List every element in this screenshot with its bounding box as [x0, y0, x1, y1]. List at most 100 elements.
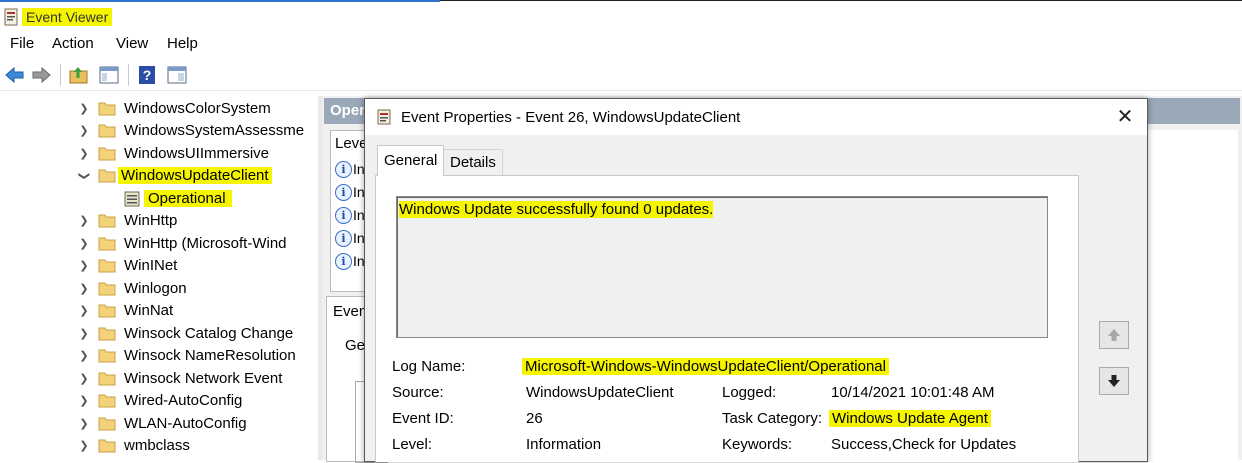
log-icon	[124, 191, 140, 207]
tree-item-label: WinHttp (Microsoft-Wind	[124, 235, 287, 252]
folder-icon	[98, 102, 116, 116]
menu-help[interactable]: Help	[167, 35, 198, 52]
info-icon: i	[335, 230, 352, 247]
title-accent-line	[0, 0, 440, 2]
folder-icon	[98, 439, 116, 453]
previous-event-button[interactable]	[1099, 321, 1129, 349]
event-viewer-app-icon	[4, 8, 18, 26]
chevron-right-icon[interactable]: ❯	[78, 237, 90, 251]
toolbar-separator	[60, 64, 61, 86]
actions-pane-header	[1142, 98, 1240, 124]
chevron-right-icon[interactable]: ❯	[78, 259, 90, 273]
tree-item-wmbclass[interactable]: ❯ wmbclass	[0, 435, 318, 457]
info-icon: i	[335, 253, 352, 270]
chevron-right-icon[interactable]: ❯	[78, 372, 90, 386]
window-title: Event Viewer	[22, 8, 113, 26]
properties-icon[interactable]	[166, 64, 188, 86]
up-folder-icon[interactable]	[68, 64, 90, 86]
forward-arrow-icon[interactable]	[30, 64, 52, 86]
chevron-down-icon[interactable]: ❯	[77, 170, 91, 182]
folder-icon	[98, 282, 116, 296]
tree-item-windowsuiimmersive[interactable]: ❯ WindowsUIImmersive	[0, 143, 318, 165]
event-row-level: In	[353, 253, 365, 269]
folder-icon	[98, 327, 116, 341]
title-border-line	[440, 0, 1242, 1]
tree-item-wlan-autoconfig[interactable]: ❯ WLAN-AutoConfig	[0, 413, 318, 435]
tree-item-winlogon[interactable]: ❯ Winlogon	[0, 278, 318, 300]
folder-icon	[98, 417, 116, 431]
dialog-title-bar: Event Properties - Event 26, WindowsUpda…	[365, 99, 1147, 135]
keywords-label: Keywords:	[722, 436, 793, 453]
event-id-label: Event ID:	[392, 410, 454, 427]
event-description-box[interactable]: Windows Update successfully found 0 upda…	[396, 196, 1048, 338]
tree-item-operational[interactable]: Operational	[0, 188, 318, 210]
tree-item-windowssystemassessment[interactable]: ❯ WindowsSystemAssessme	[0, 120, 318, 142]
tree-item-label: WinNat	[124, 302, 174, 319]
tree-item-wininet[interactable]: ❯ WinINet	[0, 255, 318, 277]
chevron-right-icon[interactable]: ❯	[78, 304, 90, 318]
tree-item-winsock-catalog-change[interactable]: ❯ Winsock Catalog Change	[0, 323, 318, 345]
chevron-right-icon[interactable]: ❯	[78, 282, 90, 296]
info-icon: i	[335, 184, 352, 201]
help-icon[interactable]: ?	[136, 64, 158, 86]
folder-icon	[98, 349, 116, 363]
logged-label: Logged:	[722, 384, 777, 401]
menu-file[interactable]: File	[10, 35, 34, 52]
chevron-right-icon[interactable]: ❯	[78, 327, 90, 341]
tree-item-label: WinHttp	[124, 212, 178, 229]
back-arrow-icon[interactable]	[4, 64, 26, 86]
tree-item-winsock-nameresolution[interactable]: ❯ Winsock NameResolution	[0, 345, 318, 367]
folder-icon	[98, 259, 116, 273]
show-hide-tree-icon[interactable]	[98, 64, 120, 86]
event-preview-tab-general[interactable]: Ge	[345, 337, 365, 354]
tree-item-label: Winsock Catalog Change	[124, 325, 294, 342]
event-row-level: In	[353, 161, 365, 177]
tree-item-label: Operational	[144, 190, 232, 207]
tree-item-winhttp[interactable]: ❯ WinHttp	[0, 210, 318, 232]
chevron-right-icon[interactable]: ❯	[78, 349, 90, 363]
tree-item-label: Winsock NameResolution	[124, 347, 296, 364]
event-row-level: In	[353, 184, 365, 200]
event-properties-icon	[377, 109, 391, 125]
event-properties-dialog: Event Properties - Event 26, WindowsUpda…	[364, 98, 1148, 462]
level-label: Level:	[392, 436, 433, 453]
chevron-right-icon[interactable]: ❯	[78, 417, 90, 431]
dialog-title: Event Properties - Event 26, WindowsUpda…	[401, 109, 741, 126]
folder-icon	[98, 124, 116, 138]
folder-icon	[98, 169, 116, 183]
next-event-button[interactable]	[1099, 367, 1129, 395]
log-name-label: Log Name:	[392, 358, 466, 375]
tree-item-label: WinINet	[124, 257, 178, 274]
source-label: Source:	[392, 384, 444, 401]
chevron-right-icon[interactable]: ❯	[78, 214, 90, 228]
tab-general[interactable]: General	[377, 145, 445, 176]
level-value: Information	[526, 436, 602, 453]
chevron-right-icon[interactable]: ❯	[78, 102, 90, 116]
folder-icon	[98, 304, 116, 318]
close-icon[interactable]: ✕	[1113, 105, 1137, 129]
menu-action[interactable]: Action	[52, 35, 94, 52]
tree-item-wired-autoconfig[interactable]: ❯ Wired-AutoConfig	[0, 390, 318, 412]
tree-item-label: WindowsSystemAssessme	[124, 122, 305, 139]
keywords-value: Success,Check for Updates	[831, 436, 1017, 453]
tree-item-label: WindowsUpdateClient	[118, 167, 272, 184]
level-column-header[interactable]: Leve	[335, 135, 368, 152]
chevron-right-icon[interactable]: ❯	[78, 124, 90, 138]
tab-details[interactable]: Details	[443, 149, 503, 176]
chevron-right-icon[interactable]: ❯	[78, 439, 90, 453]
chevron-right-icon[interactable]: ❯	[78, 147, 90, 161]
tree-item-winsock-network-event[interactable]: ❯ Winsock Network Event	[0, 368, 318, 390]
tree-item-windowsupdateclient[interactable]: ❯ WindowsUpdateClient	[0, 165, 318, 187]
navigation-tree: ❯ WindowsColorSystem ❯ WindowsSystemAsse…	[0, 96, 318, 460]
tree-item-winnat[interactable]: ❯ WinNat	[0, 300, 318, 322]
folder-icon	[98, 394, 116, 408]
info-icon: i	[335, 207, 352, 224]
tree-item-winhttp-microsoft[interactable]: ❯ WinHttp (Microsoft-Wind	[0, 233, 318, 255]
chevron-right-icon[interactable]: ❯	[78, 394, 90, 408]
tree-item-windowscolorsystem[interactable]: ❯ WindowsColorSystem	[0, 98, 318, 120]
task-category-value: Windows Update Agent	[829, 410, 991, 427]
tree-item-label: WLAN-AutoConfig	[124, 415, 247, 432]
general-tab-content: Windows Update successfully found 0 upda…	[375, 175, 1079, 462]
menu-view[interactable]: View	[116, 35, 148, 52]
toolbar: ?	[0, 60, 1242, 91]
